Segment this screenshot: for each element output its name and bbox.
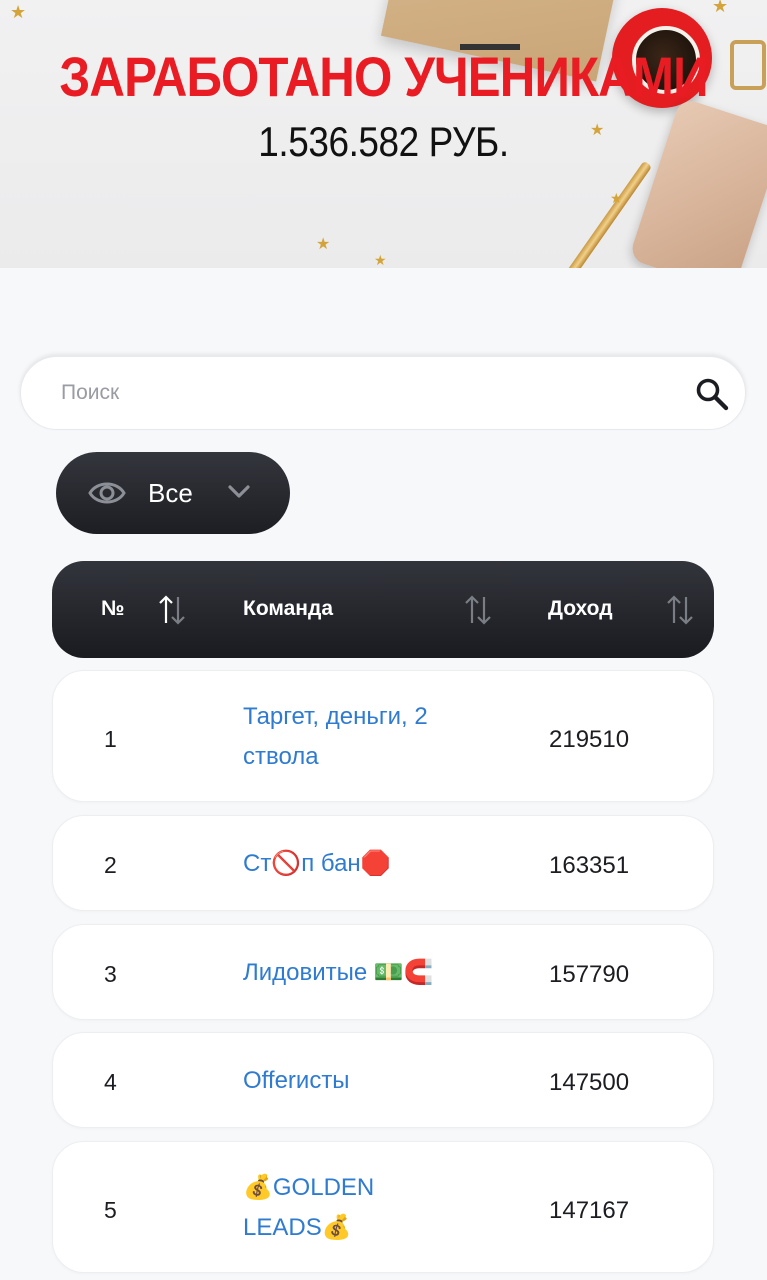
row-income: 163351 xyxy=(549,852,630,879)
search-input[interactable] xyxy=(61,357,661,429)
chevron-down-icon xyxy=(228,485,250,498)
search-icon[interactable] xyxy=(695,377,729,411)
row-income: 147167 xyxy=(549,1197,630,1224)
eye-icon xyxy=(88,482,126,504)
table-row[interactable]: 2 Ст🚫п бан🛑 163351 xyxy=(52,815,714,911)
team-link[interactable]: Лидовитые 💵🧲 xyxy=(243,953,483,993)
sort-arrows-icon[interactable] xyxy=(462,593,494,627)
table-row[interactable]: 3 Лидовитые 💵🧲 157790 xyxy=(52,924,714,1020)
visibility-filter-dropdown[interactable]: Все xyxy=(56,452,290,534)
table-row[interactable]: 1 Таргет, деньги, 2 ствола 219510 xyxy=(52,670,714,802)
team-link[interactable]: Таргет, деньги, 2 ствола xyxy=(243,697,483,777)
banner-title: ЗАРАБОТАНО УЧЕНИКАМИ xyxy=(59,45,708,108)
row-number: 2 xyxy=(104,852,117,878)
column-header-team[interactable]: Команда xyxy=(243,597,333,621)
filter-label: Все xyxy=(148,478,193,508)
star-decoration: ★ xyxy=(712,0,729,17)
row-income: 219510 xyxy=(549,726,630,753)
star-decoration: ★ xyxy=(374,253,387,268)
sort-arrows-icon[interactable] xyxy=(156,593,188,627)
search-bar[interactable] xyxy=(20,356,746,430)
team-link[interactable]: 💰GOLDEN LEADS💰 xyxy=(243,1168,443,1248)
row-number: 3 xyxy=(104,961,117,987)
column-header-num[interactable]: № xyxy=(101,597,124,621)
table-row[interactable]: 4 Offerисты 147500 xyxy=(52,1032,714,1128)
table-header: № Команда Доход xyxy=(52,561,714,658)
row-number: 1 xyxy=(104,726,117,752)
star-decoration: ★ xyxy=(10,2,27,23)
sort-arrows-icon[interactable] xyxy=(664,593,696,627)
binder-clip-decoration xyxy=(730,40,766,90)
row-number: 5 xyxy=(104,1197,117,1223)
team-link[interactable]: Ст🚫п бан🛑 xyxy=(243,844,483,884)
table-row[interactable]: 5 💰GOLDEN LEADS💰 147167 xyxy=(52,1141,714,1273)
star-decoration: ★ xyxy=(610,191,623,207)
banner-amount: 1.536.582 РУБ. xyxy=(258,118,509,165)
star-decoration: ★ xyxy=(316,234,331,253)
team-link[interactable]: Offerисты xyxy=(243,1061,483,1101)
row-income: 147500 xyxy=(549,1069,630,1096)
row-number: 4 xyxy=(104,1069,117,1095)
promo-banner: ★ ★ ★ ★ ★ ★ ЗАРАБОТАНО УЧЕНИКАМИ 1.536.5… xyxy=(0,0,767,268)
column-header-income[interactable]: Доход xyxy=(548,597,613,621)
row-income: 157790 xyxy=(549,961,630,988)
